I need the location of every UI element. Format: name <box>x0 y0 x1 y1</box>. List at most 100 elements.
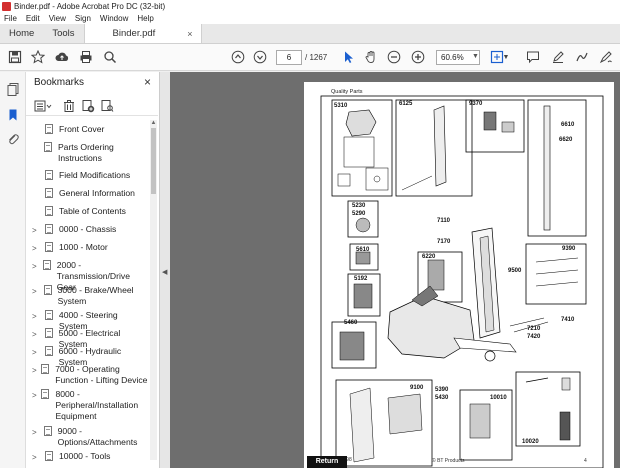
find-bookmark-icon[interactable] <box>100 99 114 113</box>
bookmark-2000-transmission[interactable]: >2000 - Transmission/Drive Gear <box>26 260 148 292</box>
options-menu-icon[interactable] <box>34 99 52 113</box>
bookmark-page-icon <box>43 285 52 295</box>
scroll-up-icon[interactable]: ▲ <box>150 120 157 127</box>
bookmark-5000-electrical[interactable]: >5000 - Electrical System <box>26 328 148 349</box>
bookmark-label: Table of Contents <box>59 206 126 216</box>
part-label: 6610 <box>561 122 575 128</box>
highlight-pen-icon[interactable] <box>550 49 566 65</box>
bookmark-general-information[interactable]: General Information <box>26 188 148 206</box>
bookmark-page-icon <box>45 170 53 180</box>
zoom-dropdown-icon[interactable]: ▼ <box>472 53 479 60</box>
acrobat-icon <box>2 1 11 11</box>
bookmark-8000-peripheral[interactable]: >8000 - Peripheral/Installation Equipmen… <box>26 389 148 426</box>
draw-icon[interactable] <box>574 49 590 65</box>
tab-tools[interactable]: Tools <box>43 24 83 43</box>
part-label: 5290 <box>352 211 366 217</box>
menu-view[interactable]: View <box>45 14 71 23</box>
return-button[interactable]: Return <box>307 456 347 468</box>
close-tab-icon[interactable]: × <box>187 29 192 39</box>
expand-chevron-icon[interactable]: > <box>32 224 41 236</box>
expand-chevron-icon[interactable]: > <box>32 426 40 438</box>
select-pointer-icon[interactable] <box>341 49 357 65</box>
expand-chevron-icon[interactable]: > <box>32 346 41 358</box>
page-header: Quality Parts <box>331 89 363 95</box>
collapse-panel-icon[interactable]: ◀ <box>162 268 167 276</box>
bookmark-parts-ordering[interactable]: Parts Ordering Instructions <box>26 142 148 170</box>
menu-help[interactable]: Help <box>133 14 158 23</box>
next-page-icon[interactable] <box>252 49 268 65</box>
sign-icon[interactable] <box>598 49 614 65</box>
fit-dropdown-icon[interactable]: ▼ <box>502 49 510 65</box>
bookmark-page-icon <box>43 142 52 152</box>
scrollbar-thumb[interactable] <box>151 128 156 194</box>
expand-chevron-icon[interactable]: > <box>32 364 37 376</box>
pdf-page: Quality Parts 5310 6125 9370 6610 6620 5… <box>304 82 614 468</box>
attachments-icon[interactable] <box>6 132 20 146</box>
bookmark-page-icon <box>42 260 51 270</box>
bookmark-label: 0000 - Chassis <box>59 224 117 234</box>
menu-sign[interactable]: Sign <box>71 14 96 23</box>
bookmark-page-icon <box>45 124 53 134</box>
expand-chevron-icon[interactable]: > <box>32 328 41 340</box>
bookmarks-scrollbar[interactable]: ▲ <box>150 120 157 460</box>
zoom-out-icon[interactable] <box>386 49 402 65</box>
delete-bookmark-icon[interactable] <box>62 99 76 113</box>
bookmark-front-cover[interactable]: Front Cover <box>26 124 148 142</box>
bookmark-6000-hydraulic[interactable]: >6000 - Hydraulic System <box>26 346 148 367</box>
panel-splitter[interactable]: ◀ <box>160 72 170 468</box>
bookmark-panel-icon[interactable] <box>6 108 20 122</box>
bookmark-star-icon[interactable] <box>30 49 46 65</box>
tab-document[interactable]: Binder.pdf × <box>83 24 202 43</box>
previous-page-icon[interactable] <box>230 49 246 65</box>
bookmark-page-icon <box>44 346 53 356</box>
part-label: 7110 <box>437 218 451 224</box>
expand-chevron-icon[interactable]: > <box>32 389 37 401</box>
bookmark-label: 7000 - Operating Function - Lifting Devi… <box>55 364 148 385</box>
page-thumbnails-icon[interactable] <box>6 82 20 96</box>
search-icon[interactable] <box>102 49 118 65</box>
bookmark-page-icon <box>43 426 52 436</box>
comment-icon[interactable] <box>525 49 541 65</box>
hand-tool-icon[interactable] <box>363 49 379 65</box>
menu-file[interactable]: File <box>0 14 22 23</box>
tab-home[interactable]: Home <box>0 24 43 43</box>
footer-copyright: © BT Products <box>432 458 465 464</box>
bookmark-table-of-contents[interactable]: Table of Contents <box>26 206 148 224</box>
part-label: 5460 <box>344 320 358 326</box>
expand-chevron-icon[interactable]: > <box>32 310 41 322</box>
part-label: 5230 <box>352 203 366 209</box>
document-view[interactable]: Quality Parts 5310 6125 9370 6610 6620 5… <box>170 72 620 468</box>
bookmark-4000-steering[interactable]: >4000 - Steering System <box>26 310 148 331</box>
bookmark-10000-tools[interactable]: >10000 - Tools <box>26 451 148 468</box>
bookmark-9000-options[interactable]: >9000 - Options/Attachments <box>26 426 148 451</box>
expand-chevron-icon[interactable]: > <box>32 260 39 272</box>
bookmark-page-icon <box>45 206 53 216</box>
expand-chevron-icon[interactable]: > <box>32 242 41 254</box>
footer-page-number: 4 <box>584 458 587 464</box>
bookmark-3000-brake[interactable]: >3000 - Brake/Wheel System <box>26 285 148 310</box>
print-icon[interactable] <box>78 49 94 65</box>
part-label: 5390 <box>435 387 449 393</box>
bookmark-1000-motor[interactable]: >1000 - Motor <box>26 242 148 260</box>
page-number-input[interactable]: 6 <box>276 50 302 65</box>
menu-window[interactable]: Window <box>96 14 133 23</box>
part-label: 9500 <box>508 268 522 274</box>
bookmark-label: Parts Ordering Instructions <box>57 142 114 163</box>
bookmark-page-icon <box>45 242 53 252</box>
bookmark-7000-operating[interactable]: >7000 - Operating Function - Lifting Dev… <box>26 364 148 389</box>
bookmark-page-icon <box>41 364 50 374</box>
bookmark-label: 9000 - Options/Attachments <box>57 426 138 447</box>
new-bookmark-icon[interactable] <box>81 99 95 113</box>
save-icon[interactable] <box>7 49 23 65</box>
upload-cloud-icon[interactable] <box>54 49 70 65</box>
bookmark-page-icon <box>44 328 53 338</box>
menu-edit[interactable]: Edit <box>22 14 45 23</box>
expand-chevron-icon[interactable]: > <box>32 451 41 463</box>
bookmark-field-modifications[interactable]: Field Modifications <box>26 170 148 188</box>
close-panel-icon[interactable]: × <box>144 75 151 89</box>
part-label: 6620 <box>559 137 573 143</box>
expand-chevron-icon[interactable]: > <box>32 285 40 297</box>
bookmark-0000-chassis[interactable]: >0000 - Chassis <box>26 224 148 242</box>
zoom-in-icon[interactable] <box>410 49 426 65</box>
menu-bar: File Edit View Sign Window Help <box>0 12 620 24</box>
